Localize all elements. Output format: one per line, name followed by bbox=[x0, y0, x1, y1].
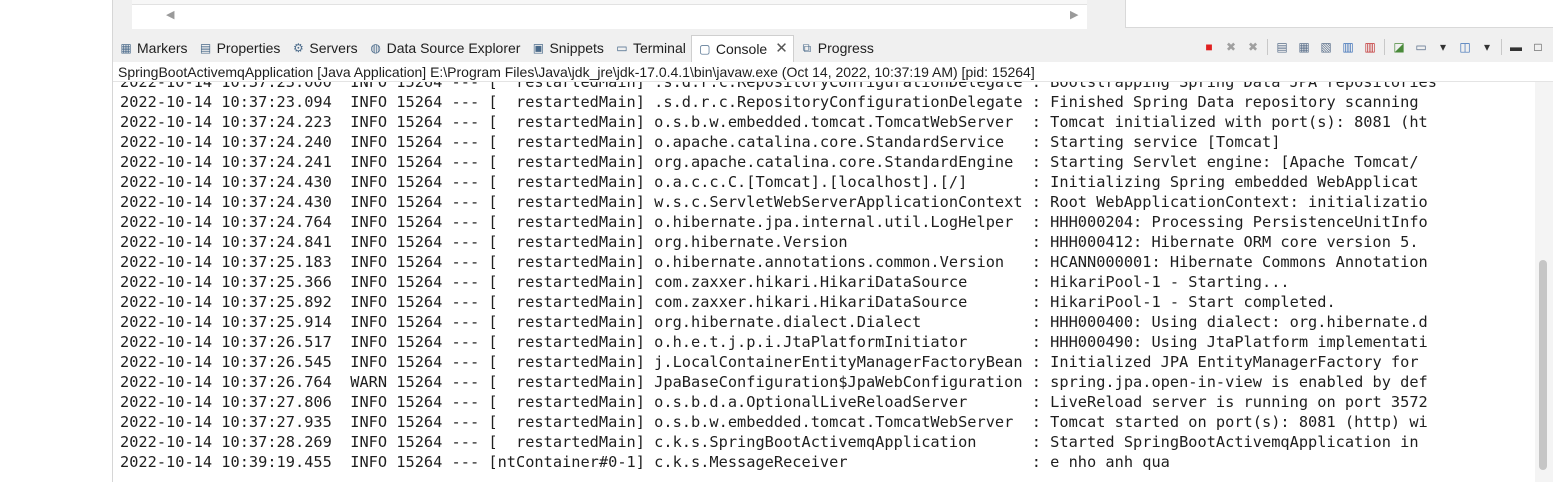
show-on-stdout-icon[interactable]: ▥ bbox=[1339, 38, 1357, 56]
tab-label: Properties bbox=[216, 40, 281, 56]
console-line: 2022-10-14 10:37:24.430 INFO 15264 --- [… bbox=[120, 193, 1428, 211]
console-line: 2022-10-14 10:37:26.517 INFO 15264 --- [… bbox=[120, 333, 1428, 351]
scroll-left-icon[interactable]: ◀ bbox=[166, 8, 174, 21]
tab-console[interactable]: ▢ Console ✕ bbox=[690, 34, 794, 63]
terminate-icon[interactable]: ■ bbox=[1200, 38, 1218, 56]
tab-properties[interactable]: ▤ Properties bbox=[193, 35, 286, 61]
console-process-header: SpringBootActivemqApplication [Java Appl… bbox=[113, 62, 1553, 82]
tab-markers[interactable]: ▦ Markers bbox=[113, 35, 193, 61]
remove-launch-icon[interactable]: ✖ bbox=[1222, 38, 1240, 56]
console-line: 2022-10-14 10:37:25.183 INFO 15264 --- [… bbox=[120, 253, 1428, 271]
console-text[interactable]: 2022-10-14 10:37:23.000 INFO 15264 --- [… bbox=[113, 82, 1535, 472]
eclipse-window: ◀ ▶ ▦ Markers ▤ Properties ⚙ Servers ◍ Data Sou… bbox=[0, 0, 1553, 482]
progress-icon: ⧉ bbox=[802, 41, 812, 55]
tab-label: Terminal bbox=[632, 40, 686, 56]
close-icon[interactable]: ✕ bbox=[775, 41, 788, 56]
word-wrap-icon[interactable]: ▧ bbox=[1317, 38, 1335, 56]
display-console-icon[interactable]: ▭ bbox=[1412, 38, 1430, 56]
console-line: 2022-10-14 10:37:23.094 INFO 15264 --- [… bbox=[120, 93, 1419, 111]
tab-snippets[interactable]: ▣ Snippets bbox=[525, 35, 608, 61]
console-line: 2022-10-14 10:37:27.806 INFO 15264 --- [… bbox=[120, 393, 1428, 411]
console-line: 2022-10-14 10:37:24.764 INFO 15264 --- [… bbox=[120, 213, 1428, 231]
console-line: 2022-10-14 10:37:26.764 WARN 15264 --- [… bbox=[120, 373, 1428, 391]
console-line: 2022-10-14 10:37:25.892 INFO 15264 --- [… bbox=[120, 293, 1336, 311]
toolbar-separator bbox=[1267, 39, 1268, 55]
maximize-icon[interactable]: □ bbox=[1529, 38, 1547, 56]
right-side-pane bbox=[1125, 0, 1553, 28]
tab-label: Snippets bbox=[549, 40, 604, 56]
left-gutter bbox=[0, 0, 113, 482]
console-line: 2022-10-14 10:37:24.240 INFO 15264 --- [… bbox=[120, 133, 1281, 151]
editor-horizontal-scrollbar[interactable]: ◀ ▶ bbox=[132, 0, 1087, 29]
console-vertical-scrollbar[interactable] bbox=[1535, 82, 1553, 482]
servers-icon: ⚙ bbox=[292, 41, 304, 55]
pane-divider[interactable] bbox=[1100, 0, 1118, 28]
scroll-lock-icon[interactable]: ▦ bbox=[1295, 38, 1313, 56]
data-source-icon: ◍ bbox=[370, 41, 381, 55]
open-console-icon[interactable]: ◫ bbox=[1456, 38, 1474, 56]
console-line: 2022-10-14 10:37:28.269 INFO 15264 --- [… bbox=[120, 433, 1419, 451]
pin-console-icon[interactable]: ◪ bbox=[1390, 38, 1408, 56]
console-line: 2022-10-14 10:37:26.545 INFO 15264 --- [… bbox=[120, 353, 1419, 371]
console-line: 2022-10-14 10:37:27.935 INFO 15264 --- [… bbox=[120, 413, 1428, 431]
console-line: 2022-10-14 10:37:24.241 INFO 15264 --- [… bbox=[120, 153, 1419, 171]
console-line: 2022-10-14 10:37:23.000 INFO 15264 --- [… bbox=[120, 82, 1437, 91]
tab-servers[interactable]: ⚙ Servers bbox=[285, 35, 362, 61]
tab-label: Data Source Explorer bbox=[386, 40, 521, 56]
console-line: 2022-10-14 10:37:24.430 INFO 15264 --- [… bbox=[120, 173, 1419, 191]
markers-icon: ▦ bbox=[120, 41, 132, 55]
console-line: 2022-10-14 10:37:25.914 INFO 15264 --- [… bbox=[120, 313, 1428, 331]
console-line: 2022-10-14 10:37:24.223 INFO 15264 --- [… bbox=[120, 113, 1428, 131]
console-line: 2022-10-14 10:37:25.366 INFO 15264 --- [… bbox=[120, 273, 1290, 291]
console-output[interactable]: 2022-10-14 10:37:23.000 INFO 15264 --- [… bbox=[113, 82, 1535, 482]
toolbar-separator bbox=[1501, 39, 1502, 55]
terminal-icon: ▭ bbox=[616, 41, 628, 55]
scrollbar-thumb[interactable] bbox=[1539, 260, 1547, 470]
console-icon: ▢ bbox=[699, 42, 711, 56]
tab-terminal[interactable]: ▭ Terminal bbox=[609, 35, 691, 61]
properties-icon: ▤ bbox=[199, 41, 212, 55]
snippets-icon: ▣ bbox=[532, 41, 545, 55]
clear-console-icon[interactable]: ▤ bbox=[1273, 38, 1291, 56]
tab-label: Servers bbox=[309, 40, 358, 56]
minimize-icon[interactable]: ▬ bbox=[1507, 38, 1525, 56]
tab-progress[interactable]: ⧉ Progress bbox=[794, 35, 879, 61]
editor-scroll-track[interactable] bbox=[132, 4, 1087, 29]
show-on-stderr-icon[interactable]: ▥ bbox=[1361, 38, 1379, 56]
tab-data-source-explorer[interactable]: ◍ Data Source Explorer bbox=[363, 35, 526, 61]
console-line: 2022-10-14 10:37:24.841 INFO 15264 --- [… bbox=[120, 233, 1419, 251]
remove-all-launches-icon[interactable]: ✖ bbox=[1244, 38, 1262, 56]
tab-label: Markers bbox=[137, 40, 188, 56]
display-console-dropdown-icon[interactable]: ▾ bbox=[1434, 38, 1452, 56]
tab-label: Progress bbox=[817, 40, 874, 56]
scroll-right-icon[interactable]: ▶ bbox=[1070, 8, 1078, 21]
toolbar-separator bbox=[1384, 39, 1385, 55]
tab-label: Console bbox=[715, 41, 768, 57]
console-toolbar: ■ ✖ ✖ ▤ ▦ ▧ ▥ ▥ ◪ ▭ ▾ ◫ ▾ ▬ □ bbox=[1198, 36, 1549, 58]
console-line: 2022-10-14 10:39:19.455 INFO 15264 --- [… bbox=[120, 453, 1170, 471]
open-console-dropdown-icon[interactable]: ▾ bbox=[1478, 38, 1496, 56]
